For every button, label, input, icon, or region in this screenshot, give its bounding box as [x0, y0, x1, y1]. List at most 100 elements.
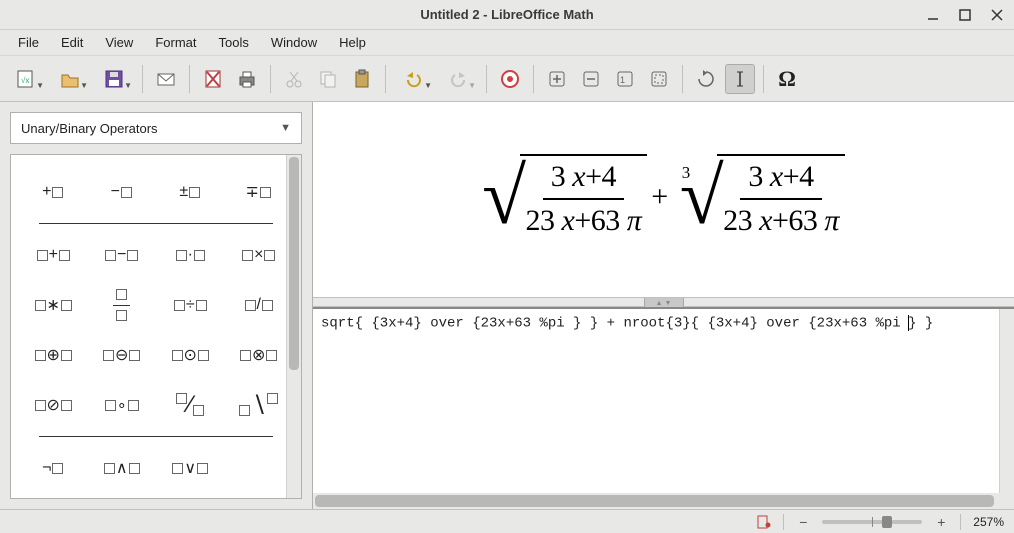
elem-fraction[interactable]: [88, 280, 157, 330]
separator: [783, 514, 784, 530]
elem-division-slash[interactable]: /: [225, 280, 294, 330]
redo-button[interactable]: ▼: [438, 64, 478, 94]
dropdown-arrow-icon: ▼: [424, 81, 432, 90]
sidebar-scrollbar[interactable]: [286, 155, 301, 498]
zoom-out-status[interactable]: −: [796, 514, 810, 530]
content-area: √ 3 x+4 23 x+63 π + 3 √ 3 x+4 23 x+63 π: [313, 102, 1014, 509]
elem-division[interactable]: ÷: [156, 280, 225, 330]
svg-text:√x: √x: [21, 76, 29, 85]
separator: [486, 65, 487, 93]
elem-odot[interactable]: ⊙: [156, 330, 225, 380]
elem-wideslash[interactable]: ⁄: [156, 380, 225, 430]
zoom-slider-thumb[interactable]: [882, 516, 892, 528]
zoom-in-button[interactable]: [542, 64, 572, 94]
undo-button[interactable]: ▼: [394, 64, 434, 94]
separator: [39, 223, 273, 224]
cut-button[interactable]: [279, 64, 309, 94]
separator: [142, 65, 143, 93]
title-bar: Untitled 2 - LibreOffice Math: [0, 0, 1014, 30]
elem-widebslash[interactable]: ∖: [225, 380, 294, 430]
elem-circ[interactable]: ∘: [88, 380, 157, 430]
formula-cursor-button[interactable]: [725, 64, 755, 94]
root-index: 3: [682, 163, 690, 183]
window-title: Untitled 2 - LibreOffice Math: [420, 7, 593, 22]
elem-multiplication-star[interactable]: ∗: [19, 280, 88, 330]
dropdown-arrow-icon: ▼: [280, 122, 291, 134]
window-controls: [924, 6, 1006, 24]
elem-minus-unary[interactable]: −: [88, 167, 157, 217]
formula-editor[interactable]: sqrt{ {3x+4} over {23x+63 %pi } } + nroo…: [313, 307, 1014, 493]
elem-multiplication-cross[interactable]: ×: [225, 230, 294, 280]
elem-and[interactable]: ∧: [88, 443, 157, 493]
splitter[interactable]: ▲ ▼: [313, 297, 1014, 307]
dropdown-arrow-icon: ▼: [468, 81, 476, 90]
category-dropdown[interactable]: Unary/Binary Operators ▼: [10, 112, 302, 144]
zoom-slider[interactable]: [822, 520, 922, 524]
elem-otimes[interactable]: ⊗: [225, 330, 294, 380]
scrollbar-thumb[interactable]: [315, 495, 994, 507]
separator: [39, 436, 273, 437]
open-button[interactable]: ▼: [50, 64, 90, 94]
separator: [682, 65, 683, 93]
menu-format[interactable]: Format: [145, 32, 206, 53]
menu-bar: File Edit View Format Tools Window Help: [0, 30, 1014, 56]
separator: [270, 65, 271, 93]
elem-plus-unary[interactable]: +: [19, 167, 88, 217]
new-button[interactable]: √x ▼: [6, 64, 46, 94]
paste-button[interactable]: [347, 64, 377, 94]
zoom-level[interactable]: 257%: [973, 515, 1004, 529]
editor-hscrollbar[interactable]: [313, 493, 1014, 509]
separator: [385, 65, 386, 93]
elem-subtraction[interactable]: −: [88, 230, 157, 280]
menu-view[interactable]: View: [95, 32, 143, 53]
svg-text:1: 1: [620, 75, 625, 85]
editor-wrap: sqrt{ {3x+4} over {23x+63 %pi } } + nroo…: [313, 307, 1014, 509]
print-button[interactable]: [232, 64, 262, 94]
update-button[interactable]: [691, 64, 721, 94]
elem-ominus[interactable]: ⊖: [88, 330, 157, 380]
main-area: Unary/Binary Operators ▼ + − ± ∓ + − · ×…: [0, 102, 1014, 509]
save-button[interactable]: ▼: [94, 64, 134, 94]
zoom-out-button[interactable]: [576, 64, 606, 94]
separator: [533, 65, 534, 93]
menu-tools[interactable]: Tools: [208, 32, 258, 53]
status-bar: − + 257%: [0, 509, 1014, 533]
editor-vscrollbar[interactable]: [999, 309, 1014, 493]
elem-minusplus-unary[interactable]: ∓: [225, 167, 294, 217]
symbols-button[interactable]: Ω: [772, 64, 802, 94]
document-modified-icon[interactable]: [757, 515, 771, 529]
category-label: Unary/Binary Operators: [21, 121, 158, 136]
email-button[interactable]: [151, 64, 181, 94]
menu-edit[interactable]: Edit: [51, 32, 93, 53]
menu-window[interactable]: Window: [261, 32, 327, 53]
elem-addition[interactable]: +: [19, 230, 88, 280]
plus-operator: +: [651, 180, 667, 214]
menu-help[interactable]: Help: [329, 32, 376, 53]
separator: [763, 65, 764, 93]
copy-button[interactable]: [313, 64, 343, 94]
maximize-button[interactable]: [956, 6, 974, 24]
elem-empty: [225, 443, 294, 493]
elem-oplus[interactable]: ⊕: [19, 330, 88, 380]
zoom-in-status[interactable]: +: [934, 514, 948, 530]
help-button[interactable]: [495, 64, 525, 94]
dropdown-arrow-icon: ▼: [36, 81, 44, 90]
elem-multiplication-dot[interactable]: ·: [156, 230, 225, 280]
zoom-100-button[interactable]: 1: [610, 64, 640, 94]
elem-or[interactable]: ∨: [156, 443, 225, 493]
elem-plusminus-unary[interactable]: ±: [156, 167, 225, 217]
scrollbar-thumb[interactable]: [289, 157, 299, 370]
separator: [960, 514, 961, 530]
elem-neg[interactable]: ¬: [19, 443, 88, 493]
close-button[interactable]: [988, 6, 1006, 24]
menu-file[interactable]: File: [8, 32, 49, 53]
elem-oslash[interactable]: ⊘: [19, 380, 88, 430]
export-pdf-button[interactable]: [198, 64, 228, 94]
formula-preview[interactable]: √ 3 x+4 23 x+63 π + 3 √ 3 x+4 23 x+63 π: [313, 102, 1014, 297]
zoom-fit-button[interactable]: [644, 64, 674, 94]
dropdown-arrow-icon: ▼: [124, 81, 132, 90]
separator: [189, 65, 190, 93]
minimize-button[interactable]: [924, 6, 942, 24]
elements-sidebar: Unary/Binary Operators ▼ + − ± ∓ + − · ×…: [0, 102, 313, 509]
elements-panel: + − ± ∓ + − · × ∗ ÷ / ⊕ ⊖ ⊙ ⊗ ⊘ ∘ ⁄ ∖: [10, 154, 302, 499]
